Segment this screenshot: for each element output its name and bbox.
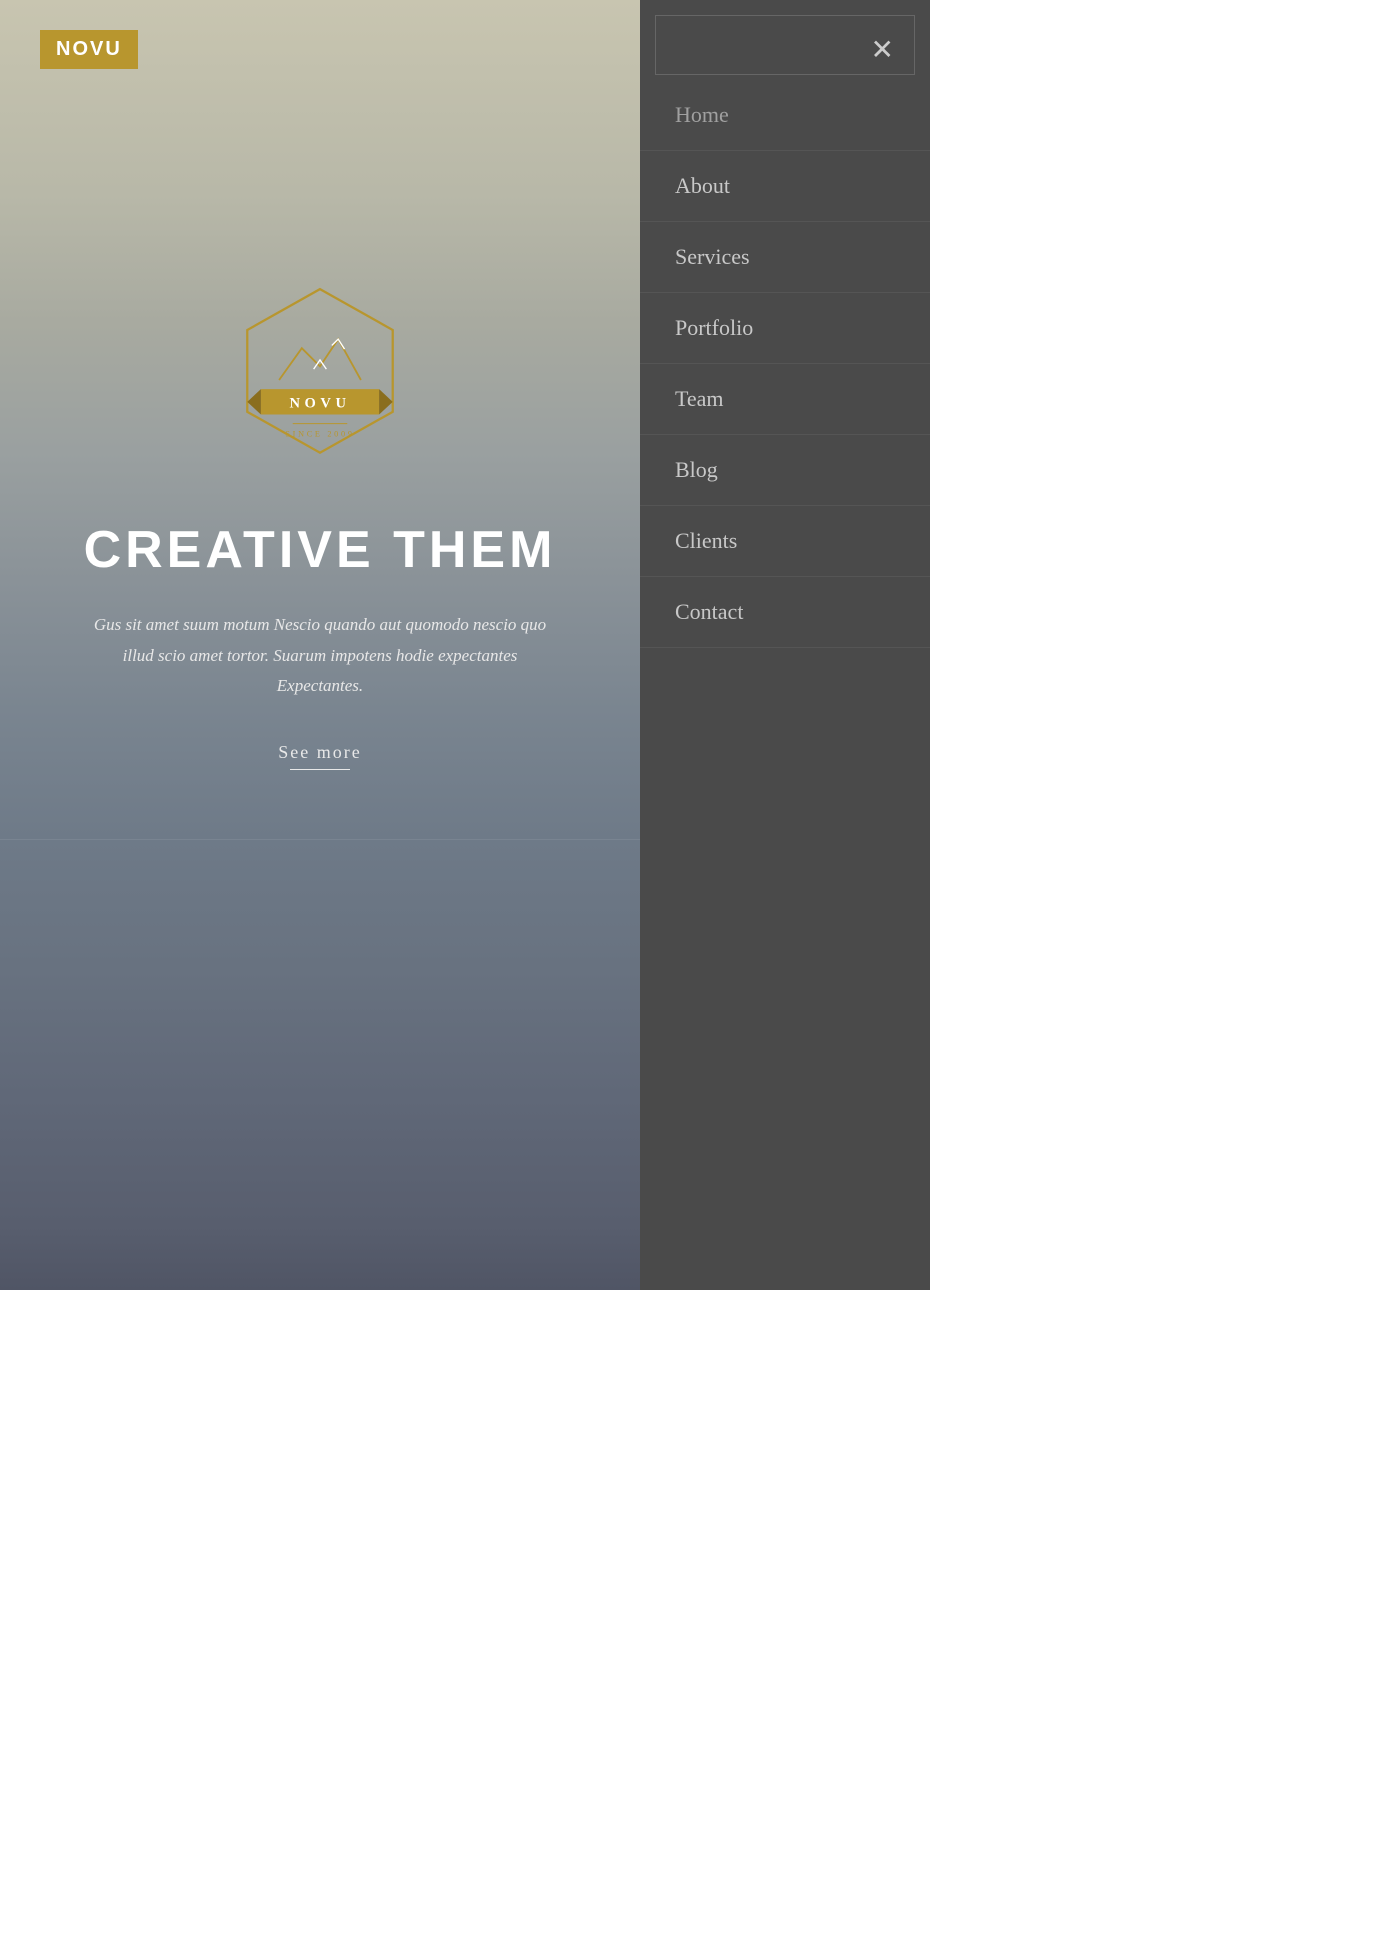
top-bar: NOVU — [40, 30, 138, 69]
logo-box[interactable]: NOVU — [40, 30, 138, 69]
brand-badge: NOVU SINCE 2009 — [220, 280, 420, 480]
svg-text:SINCE 2009: SINCE 2009 — [285, 429, 354, 438]
nav-item-blog[interactable]: Blog — [640, 435, 930, 506]
svg-text:NOVU: NOVU — [290, 395, 351, 411]
hero-subtitle: Gus sit amet suum motum Nescio quando au… — [60, 610, 580, 702]
logo-text: NOVU — [56, 38, 122, 60]
see-more-button[interactable]: See more — [278, 742, 361, 770]
nav-item-home[interactable]: Home — [640, 80, 930, 151]
close-menu-button[interactable]: ✕ — [871, 36, 894, 64]
nav-item-services[interactable]: Services — [640, 222, 930, 293]
nav-item-clients[interactable]: Clients — [640, 506, 930, 577]
hero-content: NOVU SINCE 2009 CREATIVE THEM Gus sit am… — [0, 0, 640, 1290]
nav-sidebar: ✕ Home About Services Portfolio Team Blo… — [640, 0, 930, 1290]
nav-items-list: Home About Services Portfolio Team Blog … — [640, 80, 930, 1290]
nav-item-portfolio[interactable]: Portfolio — [640, 293, 930, 364]
nav-item-team[interactable]: Team — [640, 364, 930, 435]
nav-item-about[interactable]: About — [640, 151, 930, 222]
nav-item-contact[interactable]: Contact — [640, 577, 930, 648]
close-button-area: ✕ — [655, 15, 915, 75]
hero-title: CREATIVE THEM — [84, 520, 557, 580]
